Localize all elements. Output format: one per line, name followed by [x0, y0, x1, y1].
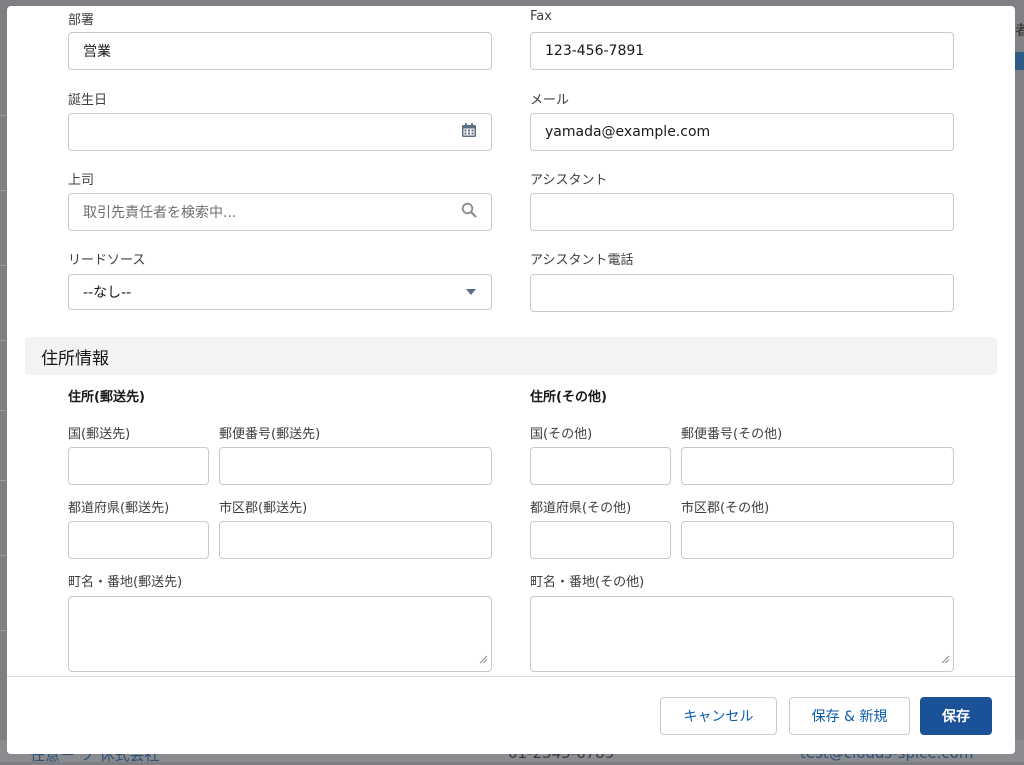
reports-to-lookup[interactable]: 取引先責任者を検索中... [68, 193, 492, 231]
search-icon[interactable] [461, 202, 477, 222]
assistant-phone-label: アシスタント電話 [530, 253, 634, 268]
other-postal-input[interactable] [681, 447, 954, 485]
email-value: yamada@example.com [545, 124, 711, 140]
department-label: 部署 [68, 13, 95, 28]
assistant-input[interactable] [530, 193, 954, 231]
save-and-new-button[interactable]: 保存 & 新規 [789, 697, 910, 735]
birthdate-label: 誕生日 [68, 93, 108, 108]
lead-source-label: リードソース [68, 253, 146, 268]
mailing-street-textarea[interactable] [68, 596, 492, 672]
mailing-address-heading: 住所(郵送先) [68, 390, 145, 405]
mailing-street-label: 町名・番地(郵送先) [68, 575, 183, 590]
background-glyph: 者 [1015, 23, 1024, 39]
save-button[interactable]: 保存 [920, 697, 992, 735]
background-right-edge [1015, 0, 1024, 762]
modal-body: 部署 営業 Fax 123-456-7891 誕生日 メール yamada@ex… [7, 6, 1015, 676]
other-street-textarea[interactable] [530, 596, 954, 672]
other-city-label: 市区郡(その他) [681, 501, 770, 516]
other-city-input[interactable] [681, 521, 954, 559]
calendar-icon[interactable] [461, 122, 477, 142]
other-state-label: 都道府県(その他) [530, 501, 632, 516]
reports-to-placeholder: 取引先責任者を検索中... [83, 205, 237, 221]
background-header-bar [1015, 52, 1024, 70]
cancel-button[interactable]: キャンセル [660, 697, 777, 735]
fax-input[interactable]: 123-456-7891 [530, 32, 954, 70]
address-section-title: 住所情報 [41, 348, 109, 369]
email-input[interactable]: yamada@example.com [530, 113, 954, 151]
department-input[interactable]: 営業 [68, 32, 492, 70]
other-country-label: 国(その他) [530, 427, 593, 442]
other-state-input[interactable] [530, 521, 671, 559]
mailing-postal-label: 郵便番号(郵送先) [219, 427, 321, 442]
mailing-state-label: 都道府県(郵送先) [68, 501, 170, 516]
other-postal-label: 郵便番号(その他) [681, 427, 783, 442]
mailing-country-input[interactable] [68, 447, 209, 485]
lead-source-value: --なし-- [83, 285, 132, 301]
assistant-label: アシスタント [530, 173, 608, 188]
lead-source-select[interactable]: --なし-- [68, 274, 492, 310]
new-contact-modal: 部署 営業 Fax 123-456-7891 誕生日 メール yamada@ex… [7, 6, 1015, 754]
mailing-city-input[interactable] [219, 521, 492, 559]
other-street-label: 町名・番地(その他) [530, 575, 645, 590]
reports-to-label: 上司 [68, 173, 95, 188]
other-address-heading: 住所(その他) [530, 390, 607, 405]
address-section-header[interactable]: 住所情報 [25, 337, 997, 375]
other-country-input[interactable] [530, 447, 671, 485]
assistant-phone-input[interactable] [530, 274, 954, 312]
birthdate-input[interactable] [68, 113, 492, 151]
mailing-postal-input[interactable] [219, 447, 492, 485]
resize-handle-icon[interactable] [941, 649, 950, 668]
fax-label: Fax [530, 9, 552, 24]
chevron-down-icon [465, 284, 477, 300]
modal-footer: キャンセル 保存 & 新規 保存 [7, 676, 1015, 754]
email-label: メール [530, 93, 570, 108]
mailing-city-label: 市区郡(郵送先) [219, 501, 308, 516]
department-value: 営業 [83, 44, 111, 60]
mailing-country-label: 国(郵送先) [68, 427, 131, 442]
fax-value: 123-456-7891 [545, 43, 645, 59]
mailing-state-input[interactable] [68, 521, 209, 559]
resize-handle-icon[interactable] [479, 649, 488, 668]
